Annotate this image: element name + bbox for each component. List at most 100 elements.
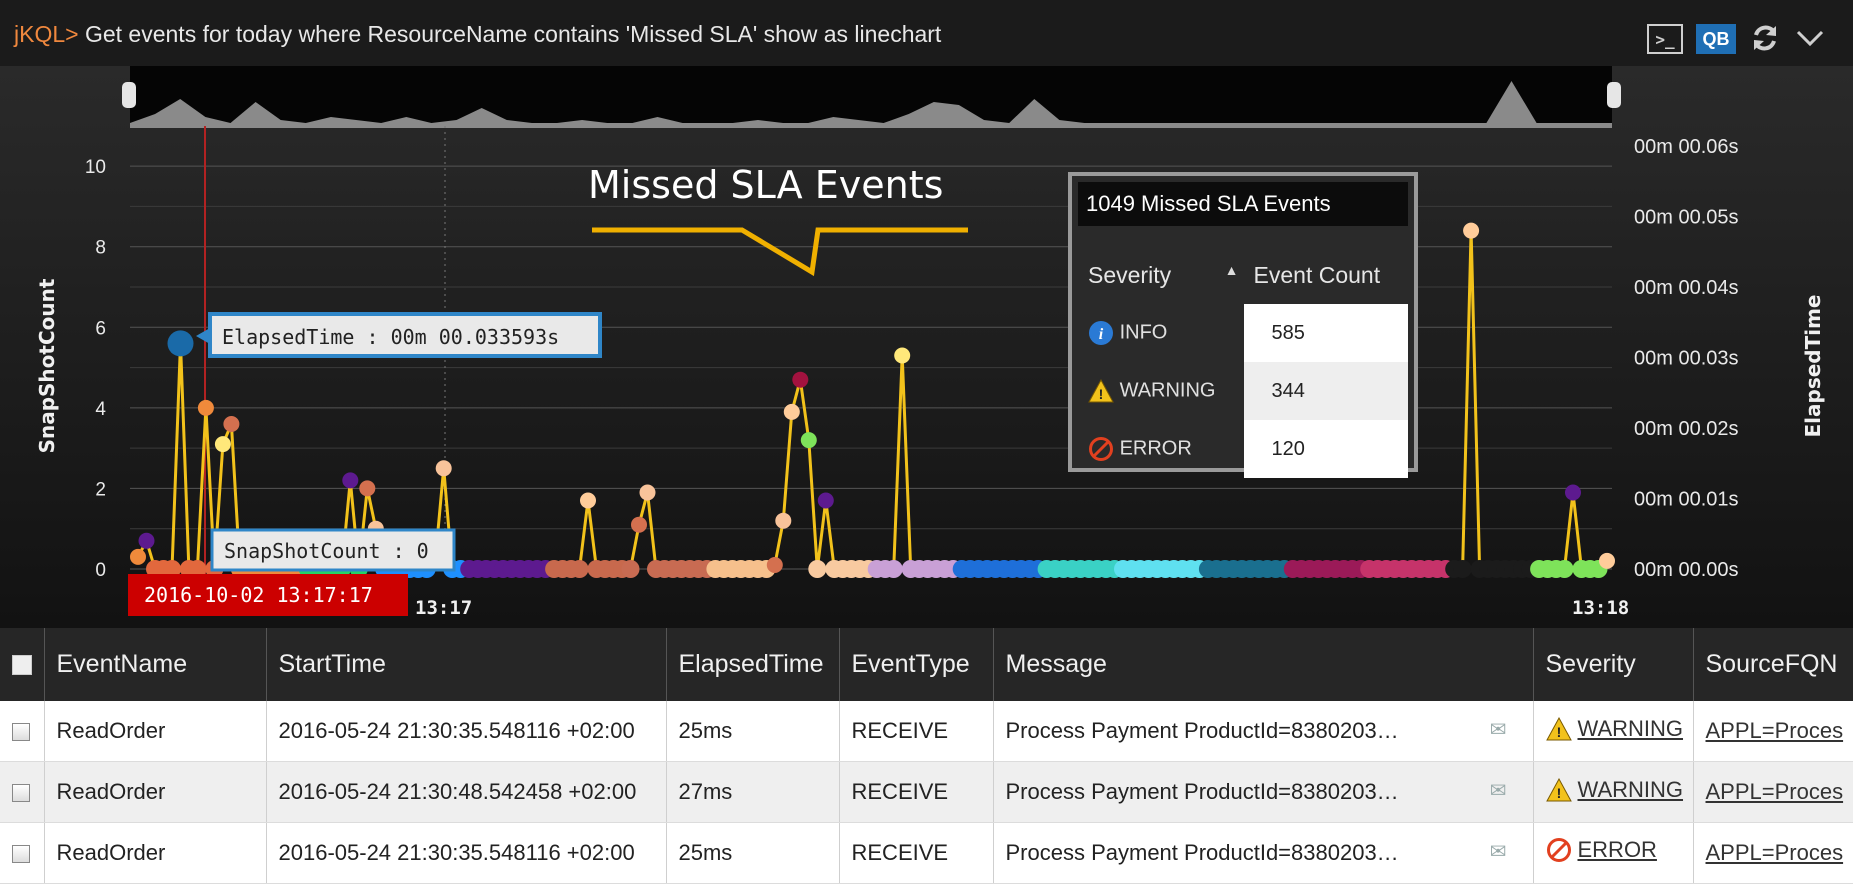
data-point[interactable]	[580, 492, 596, 509]
data-point[interactable]	[1453, 560, 1472, 578]
data-point[interactable]	[1463, 222, 1480, 239]
row-checkbox[interactable]	[0, 822, 45, 884]
data-point[interactable]	[800, 432, 817, 449]
overview-left-handle[interactable]	[122, 82, 136, 108]
data-point[interactable]	[342, 472, 359, 489]
data-point[interactable]	[570, 560, 589, 578]
x-tick: 13:17	[415, 597, 472, 619]
sla-line-chart[interactable]: 0 2 4 6 8 10 00m 00.00s 00m 00.01s 00m 00.02s 00m…	[0, 66, 1853, 628]
y-left-tick: 8	[95, 238, 106, 259]
data-point[interactable]	[783, 403, 800, 420]
refresh-button[interactable]	[1748, 22, 1782, 54]
cell-starttime: 2016-05-24 21:30:35.548116 +02:00	[266, 701, 667, 762]
count-warning: 344	[1243, 362, 1408, 420]
data-point[interactable]	[766, 557, 783, 573]
chevron-down-icon	[1796, 30, 1824, 47]
tooltip-elapsed-pointer	[196, 328, 210, 344]
data-point[interactable]	[817, 492, 834, 509]
row-checkbox[interactable]	[0, 701, 45, 762]
query-prompt: jKQL>	[14, 21, 79, 47]
data-point[interactable]	[808, 560, 827, 578]
data-point[interactable]	[1555, 560, 1574, 578]
cell-severity[interactable]: ! WARNING	[1533, 761, 1694, 823]
cell-sourcefqn[interactable]: APPL=Proces	[1693, 761, 1853, 823]
data-point[interactable]	[197, 399, 214, 416]
col-message[interactable]: Message	[993, 628, 1534, 701]
y-left-axis-label: SnapShotCount	[35, 278, 59, 453]
cell-elapsed: 25ms	[666, 701, 840, 762]
data-point[interactable]	[631, 516, 647, 533]
col-starttime[interactable]: StartTime	[266, 628, 667, 701]
data-point[interactable]	[775, 512, 792, 529]
table-header-row: EventName StartTime ElapsedTime EventTyp…	[0, 628, 1853, 701]
sort-icon: ▲	[1224, 261, 1239, 278]
col-sourcefqn[interactable]: SourceFQN	[1693, 628, 1853, 701]
data-point[interactable]	[1599, 552, 1615, 569]
console-icon: >_	[1655, 29, 1675, 49]
data-point[interactable]	[223, 416, 240, 432]
message-envelope-icon[interactable]: ✉	[1490, 839, 1507, 864]
y-right-tick: 00m 00.05s	[1634, 207, 1739, 229]
tooltip-count: SnapShotCount : 0	[210, 528, 456, 572]
svg-text:i: i	[1099, 326, 1104, 343]
cell-sourcefqn[interactable]: APPL=Proces	[1693, 701, 1853, 762]
col-eventname[interactable]: EventName	[44, 628, 267, 701]
y-right-tick: 00m 00.02s	[1634, 418, 1739, 440]
warning-icon: !	[1088, 378, 1114, 403]
cell-eventname: ReadOrder	[44, 822, 267, 884]
data-point[interactable]	[130, 548, 146, 565]
events-table: EventName StartTime ElapsedTime EventTyp…	[0, 628, 1853, 884]
data-point[interactable]	[639, 484, 656, 501]
popup-title: 1049 Missed SLA Events	[1078, 182, 1408, 226]
col-severity[interactable]: Severity	[1533, 628, 1694, 701]
annotation-text: Missed SLA Events	[588, 163, 943, 207]
cell-severity[interactable]: ! WARNING	[1533, 701, 1694, 762]
overview-right-handle[interactable]	[1607, 82, 1621, 108]
y-left-tick: 10	[85, 157, 106, 178]
cell-eventtype: RECEIVE	[839, 761, 994, 823]
chart-area: 0 2 4 6 8 10 00m 00.00s 00m 00.01s 00m 00.02s 00m…	[0, 66, 1853, 628]
data-point[interactable]	[894, 347, 911, 364]
message-envelope-icon[interactable]: ✉	[1490, 717, 1507, 742]
query-builder-icon: QB	[1702, 28, 1730, 49]
data-point[interactable]	[138, 532, 155, 549]
table-row[interactable]: ReadOrder 2016-05-24 21:30:35.548116 +02…	[0, 701, 1853, 762]
count-error: 120	[1243, 420, 1408, 478]
row-checkbox[interactable]	[0, 761, 45, 823]
data-point[interactable]	[792, 371, 809, 388]
collapse-button[interactable]	[1794, 22, 1826, 54]
data-point[interactable]	[884, 560, 903, 578]
col-eventtype[interactable]: EventType	[839, 628, 994, 701]
data-point[interactable]	[1565, 484, 1581, 501]
svg-text:!: !	[1556, 785, 1561, 801]
cell-sourcefqn[interactable]: APPL=Proces	[1693, 822, 1853, 884]
col-elapsedtime[interactable]: ElapsedTime	[666, 628, 840, 701]
table-row[interactable]: ReadOrder 2016-05-24 21:30:35.548116 +02…	[0, 822, 1853, 884]
data-point[interactable]	[214, 436, 231, 453]
console-button[interactable]: >_	[1647, 24, 1683, 54]
hover-time-label: 2016-10-02 13:17:17	[128, 574, 408, 616]
y-right-axis-label: ElapsedTime	[1801, 294, 1825, 437]
cell-severity[interactable]: ERROR	[1533, 822, 1694, 884]
tooltip-count-text: SnapShotCount : 0	[224, 539, 429, 563]
message-envelope-icon[interactable]: ✉	[1490, 778, 1507, 803]
query-builder-button[interactable]: QB	[1696, 24, 1736, 54]
refresh-icon	[1754, 25, 1776, 51]
col-count-header[interactable]: Event Count	[1244, 246, 1408, 304]
data-point[interactable]	[435, 460, 452, 477]
query-bar: jKQL> Get events for today where Resourc…	[0, 0, 1853, 66]
data-point[interactable]	[359, 480, 376, 497]
tooltip-elapsed-text: ElapsedTime : 00m 00.033593s	[222, 325, 559, 349]
info-icon: i	[1089, 321, 1113, 345]
query-text[interactable]: jKQL> Get events for today where Resourc…	[14, 21, 941, 48]
hover-time-text: 2016-10-02 13:17:17	[144, 583, 373, 607]
table-row[interactable]: ReadOrder 2016-05-24 21:30:48.542458 +02…	[0, 761, 1853, 823]
y-left-tick: 6	[95, 318, 106, 339]
x-tick: 13:18	[1572, 597, 1629, 619]
select-all-checkbox[interactable]	[0, 628, 45, 701]
data-point[interactable]	[621, 560, 640, 578]
y-left-tick: 4	[95, 399, 106, 420]
col-severity-header[interactable]: Severity ▲	[1078, 246, 1244, 304]
cell-starttime: 2016-05-24 21:30:48.542458 +02:00	[266, 761, 667, 823]
severity-warning: ! WARNING	[1078, 362, 1244, 420]
